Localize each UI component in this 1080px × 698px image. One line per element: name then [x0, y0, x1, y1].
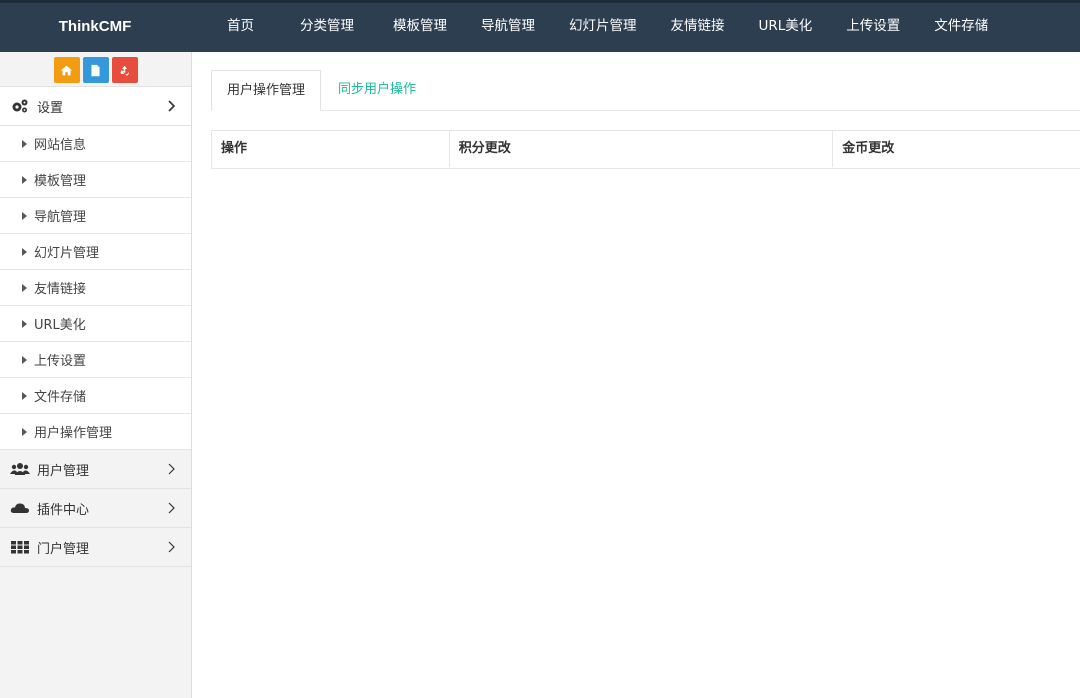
caret-right-icon [22, 211, 27, 220]
home-icon [60, 65, 73, 75]
cloud-icon [10, 500, 30, 516]
sidebar-item-label: 上传设置 [34, 354, 87, 369]
column-header-score-change: 积分更改 [450, 131, 834, 167]
menu-user-management-label: 用户管理 [37, 463, 90, 479]
sidebar-item-file-storage[interactable]: 文件存储 [0, 378, 191, 414]
topnav-upload-settings[interactable]: 上传设置 [829, 3, 917, 52]
grid-icon [10, 539, 30, 555]
file-shortcut-button[interactable] [82, 57, 109, 83]
caret-right-icon [22, 391, 27, 400]
chevron-right-icon [168, 541, 175, 553]
sidebar-item-site-info[interactable]: 网站信息 [0, 126, 191, 162]
file-icon [91, 64, 100, 76]
menu-settings[interactable]: 设置 [0, 87, 191, 126]
caret-right-icon [22, 247, 27, 256]
table-header: 操作 积分更改 金币更改 [212, 131, 1080, 168]
top-navbar: ThinkCMF 首页 分类管理 模板管理 导航管理 幻灯片管理 友情链接 UR… [0, 0, 1080, 52]
sidebar-item-url-rewrite[interactable]: URL美化 [0, 306, 191, 342]
column-header-action: 操作 [212, 131, 450, 167]
top-nav: 首页 分类管理 模板管理 导航管理 幻灯片管理 友情链接 URL美化 上传设置 … [210, 3, 1005, 52]
topnav-navigation[interactable]: 导航管理 [464, 3, 552, 52]
brand-logo[interactable]: ThinkCMF [0, 3, 190, 52]
main-content: 用户操作管理 同步用户操作 操作 积分更改 金币更改 [211, 70, 1080, 169]
sidebar-item-label: 友情链接 [34, 282, 87, 297]
topnav-templates[interactable]: 模板管理 [376, 3, 464, 52]
chevron-right-icon [168, 502, 175, 514]
chevron-right-icon [168, 100, 176, 112]
sidebar-item-label: 导航管理 [34, 210, 87, 225]
chevron-right-icon [168, 463, 175, 475]
tab-user-actions[interactable]: 用户操作管理 [211, 70, 322, 111]
sidebar-item-upload-settings[interactable]: 上传设置 [0, 342, 191, 378]
sidebar-item-label: 用户操作管理 [34, 426, 113, 441]
menu-plugins-label: 插件中心 [37, 502, 90, 518]
recycle-shortcut-button[interactable] [111, 57, 138, 83]
topnav-links[interactable]: 友情链接 [654, 3, 742, 52]
caret-right-icon [22, 319, 27, 328]
menu-portal-label: 门户管理 [37, 541, 90, 557]
sidebar-item-user-actions[interactable]: 用户操作管理 [0, 414, 191, 450]
sidebar-item-label: 网站信息 [34, 138, 87, 153]
caret-right-icon [22, 427, 27, 436]
tab-bar: 用户操作管理 同步用户操作 [211, 70, 1080, 111]
sidebar-item-navigation[interactable]: 导航管理 [0, 198, 191, 234]
sidebar-item-label: URL美化 [34, 318, 86, 333]
user-actions-table: 操作 积分更改 金币更改 [211, 130, 1080, 169]
menu-settings-label: 设置 [37, 100, 64, 116]
sidebar-shortcuts [0, 52, 191, 87]
topnav-slides[interactable]: 幻灯片管理 [552, 3, 654, 52]
topnav-url-rewrite[interactable]: URL美化 [742, 3, 830, 52]
caret-right-icon [22, 175, 27, 184]
sidebar-item-label: 模板管理 [34, 174, 87, 189]
caret-right-icon [22, 283, 27, 292]
sidebar-item-label: 幻灯片管理 [34, 246, 100, 261]
sidebar-item-links[interactable]: 友情链接 [0, 270, 191, 306]
topnav-home[interactable]: 首页 [210, 3, 283, 52]
menu-portal[interactable]: 门户管理 [0, 528, 191, 567]
sidebar-item-label: 文件存储 [34, 390, 87, 405]
topnav-categories[interactable]: 分类管理 [283, 3, 376, 52]
caret-right-icon [22, 355, 27, 364]
sidebar: 设置 网站信息 模板管理 导航管理 幻灯片管理 友情链接 URL美化 上传设置 … [0, 52, 192, 698]
sidebar-item-slides[interactable]: 幻灯片管理 [0, 234, 191, 270]
topnav-file-storage[interactable]: 文件存储 [917, 3, 1005, 52]
home-shortcut-button[interactable] [53, 57, 80, 83]
recycle-icon [120, 65, 129, 75]
gears-icon [10, 98, 30, 114]
users-icon [10, 461, 30, 477]
sidebar-item-templates[interactable]: 模板管理 [0, 162, 191, 198]
column-header-coin-change: 金币更改 [842, 141, 895, 156]
menu-plugins[interactable]: 插件中心 [0, 489, 191, 528]
menu-user-management[interactable]: 用户管理 [0, 450, 191, 489]
caret-right-icon [22, 139, 27, 148]
tab-sync-user-actions[interactable]: 同步用户操作 [321, 70, 431, 111]
